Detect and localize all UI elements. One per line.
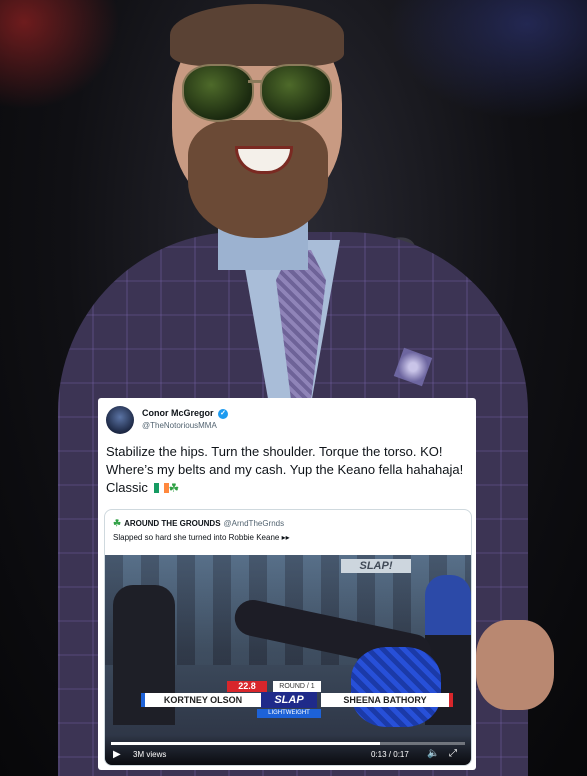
sunglasses-lens (182, 64, 254, 122)
author-handle[interactable]: @TheNotoriousMMA (142, 421, 217, 430)
division-label: LIGHTWEIGHT (257, 709, 321, 718)
score-badge: 22.8 (227, 681, 267, 692)
progress-fill (111, 742, 381, 745)
quote-author-name[interactable]: AROUND THE GROUNDS (124, 519, 220, 528)
round-badge: ROUND / 1 (273, 681, 321, 692)
score-overlay: 22.8 ROUND / 1 KORTNEY OLSON SLAP SHEENA… (133, 681, 453, 721)
stage-light (0, 0, 120, 110)
author-name[interactable]: Conor McGregor ✓ (142, 408, 229, 419)
time-readout: 0:13 / 0:17 (371, 750, 409, 759)
expand-icon[interactable]: ⤢ (449, 748, 457, 759)
slap-logo: SLAP (261, 692, 317, 708)
quoted-tweet[interactable]: ☘ AROUND THE GROUNDS @ArndTheGrnds Slapped… (104, 509, 472, 766)
fighter-left-name: KORTNEY OLSON (141, 693, 261, 707)
quote-text: Slapped so hard she turned into Robbie K… (113, 533, 290, 542)
beard (188, 120, 328, 238)
quote-author-handle[interactable]: @ArndTheGrnds (224, 519, 285, 528)
shamrock-icon: ☘ (168, 481, 180, 495)
hand (476, 620, 554, 710)
irish-flag-icon (153, 483, 169, 493)
hair (170, 4, 344, 66)
volume-icon[interactable]: 🔈 (427, 748, 439, 759)
sunglasses-lens (260, 64, 332, 122)
author-name-text[interactable]: Conor McGregor (142, 408, 214, 418)
stage-light (387, 0, 587, 120)
fighter-right-name: SHEENA BATHORY (321, 693, 453, 707)
shamrock-icon: ☘ (113, 518, 122, 528)
video-controls[interactable]: ▶ 3M views 0:13 / 0:17 🔈 ⤢ (105, 735, 471, 765)
play-icon[interactable]: ▶ (113, 749, 121, 760)
verified-icon: ✓ (218, 408, 229, 419)
tweet-text: Stabilize the hips. Turn the shoulder. T… (106, 443, 472, 497)
video-player[interactable]: SLAP! 22.8 ROUND / 1 KORTNEY OLSON SLAP … (105, 555, 471, 765)
quote-author[interactable]: ☘ AROUND THE GROUNDS @ArndTheGrnds (113, 518, 284, 529)
avatar[interactable] (106, 406, 134, 434)
view-count: 3M views (133, 750, 167, 759)
tweet-card[interactable]: Conor McGregor ✓ @TheNotoriousMMA Stabil… (98, 398, 476, 770)
progress-bar[interactable] (111, 742, 465, 745)
video-banner: SLAP! (341, 559, 411, 573)
sunglasses (176, 64, 336, 126)
